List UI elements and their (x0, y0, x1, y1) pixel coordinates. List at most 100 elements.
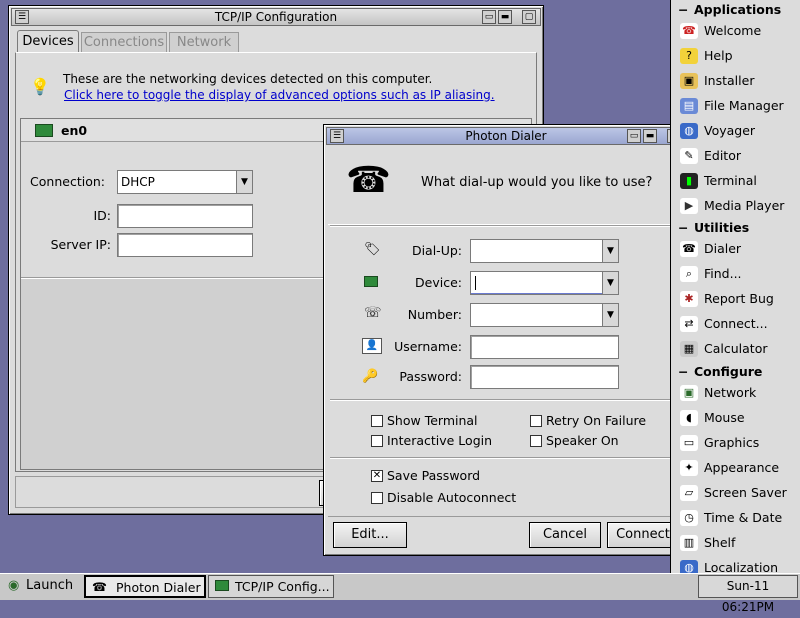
show-terminal-label: Show Terminal (387, 413, 478, 428)
password-label: Password: (399, 369, 462, 384)
chevron-down-icon[interactable]: ▼ (602, 304, 618, 326)
speaker-on-label: Speaker On (546, 433, 619, 448)
shelf-item-voyager[interactable]: ◍ Voyager (674, 119, 798, 143)
network-card-icon (35, 124, 53, 137)
find-icon: ⌕ (680, 266, 698, 282)
number-select[interactable]: ▼ (470, 303, 619, 327)
media-player-icon: ▶ (680, 198, 698, 214)
tab-connections[interactable]: Connections (81, 32, 167, 52)
shelf-item-appearance[interactable]: ✦ Appearance (674, 456, 798, 480)
shelf-item-find[interactable]: ⌕ Find... (674, 262, 798, 286)
chevron-down-icon[interactable]: ▼ (602, 272, 618, 294)
chevron-down-icon[interactable]: ▼ (602, 240, 618, 262)
device-label: Device: (415, 275, 462, 290)
task-photon-dialer[interactable]: ☎ Photon Dialer (84, 575, 206, 598)
user-card-icon: 👤 (362, 338, 382, 354)
network-icon: ▣ (680, 385, 698, 401)
editor-icon: ✎ (680, 148, 698, 164)
shelf-item-connect[interactable]: ⇄ Connect... (674, 312, 798, 336)
dialer-titlebar[interactable]: ☰ Photon Dialer ▭ ▬ ▢ (326, 127, 686, 145)
shelf-item-time-date[interactable]: ◷ Time & Date (674, 506, 798, 530)
launch-globe-icon: ◉ (8, 578, 20, 593)
help-icon: ? (680, 48, 698, 64)
shelf-item-calculator[interactable]: ▦ Calculator (674, 337, 798, 361)
interactive-login-checkbox[interactable] (371, 435, 383, 447)
tcpip-close-icon[interactable]: ▢ (522, 10, 536, 24)
info-text: These are the networking devices detecte… (63, 72, 433, 86)
mouse-icon: ◖ (680, 410, 698, 426)
shelf-item-terminal[interactable]: ▮ Terminal (674, 169, 798, 193)
server-ip-label: Server IP: (50, 237, 111, 252)
shelf-item-shelf[interactable]: ▥ Shelf (674, 531, 798, 555)
file-manager-icon: ▤ (680, 98, 698, 114)
dialer-header: ☎ What dial-up would you like to use? (328, 147, 684, 225)
shelf-header-configure[interactable]: − Configure (674, 362, 798, 382)
shelf-item-screen-saver[interactable]: ▱ Screen Saver (674, 481, 798, 505)
tcpip-menu-icon[interactable]: ☰ (15, 10, 29, 24)
username-field[interactable] (470, 335, 619, 359)
shelf-item-installer[interactable]: ▣ Installer (674, 69, 798, 93)
show-terminal-checkbox[interactable] (371, 415, 383, 427)
task-tcpip-config[interactable]: TCP/IP Config... (208, 575, 334, 598)
shelf-item-editor[interactable]: ✎ Editor (674, 144, 798, 168)
id-field[interactable] (117, 204, 253, 228)
tcpip-titlebar[interactable]: ☰ TCP/IP Configuration ▭ ▬ ▢ (11, 8, 541, 26)
disable-autoconnect-checkbox[interactable] (371, 492, 383, 504)
dialer-menu-icon[interactable]: ☰ (330, 129, 344, 143)
dialup-tag-icon: 🏷 (364, 242, 381, 257)
tcpip-title: TCP/IP Configuration (214, 10, 338, 24)
chevron-down-icon[interactable]: ▼ (236, 171, 252, 193)
device-select[interactable]: ▼ (470, 271, 619, 295)
installer-icon: ▣ (680, 73, 698, 89)
shelf-item-welcome[interactable]: ☎ Welcome (674, 19, 798, 43)
save-password-checkbox[interactable]: ✕ (371, 470, 383, 482)
welcome-icon: ☎ (680, 23, 698, 39)
shelf-item-report-bug[interactable]: ✱ Report Bug (674, 287, 798, 311)
connection-value: DHCP (121, 175, 155, 189)
collapse-icon[interactable]: − (678, 0, 692, 20)
edit-button[interactable]: Edit... (333, 522, 407, 548)
shelf-header-applications[interactable]: − Applications (674, 0, 798, 20)
advanced-options-link[interactable]: Click here to toggle the display of adva… (64, 88, 495, 102)
clock: Sun-11 06:21PM (698, 575, 798, 614)
connection-select[interactable]: DHCP ▼ (117, 170, 253, 194)
save-password-label: Save Password (387, 468, 481, 483)
dialup-label: Dial-Up: (411, 243, 462, 258)
collapse-icon[interactable]: − (678, 362, 692, 382)
shelf-item-file-manager[interactable]: ▤ File Manager (674, 94, 798, 118)
server-ip-field[interactable] (117, 233, 253, 257)
dialer-question: What dial-up would you like to use? (421, 175, 653, 190)
dialup-select[interactable]: ▼ (470, 239, 619, 263)
shelf-item-dialer[interactable]: ☎ Dialer (674, 237, 798, 261)
shelf-icon: ▥ (680, 535, 698, 551)
dialer-divider-1 (330, 225, 684, 227)
phone-number-icon: ☏ (364, 305, 382, 321)
time-date-icon: ◷ (680, 510, 698, 526)
telephone-icon: ☎ (346, 160, 391, 201)
tcpip-maximize-icon[interactable]: ▬ (498, 10, 512, 24)
tcpip-minimize-icon[interactable]: ▭ (482, 10, 496, 24)
lightbulb-icon: 💡 (30, 77, 50, 96)
cancel-button[interactable]: Cancel (529, 522, 601, 548)
id-label: ID: (93, 208, 111, 223)
shelf-item-mouse[interactable]: ◖ Mouse (674, 406, 798, 430)
shelf-item-graphics[interactable]: ▭ Graphics (674, 431, 798, 455)
tab-network[interactable]: Network (169, 32, 239, 52)
shelf-item-media-player[interactable]: ▶ Media Player (674, 194, 798, 218)
shelf-item-network[interactable]: ▣ Network (674, 381, 798, 405)
dialer-maximize-icon[interactable]: ▬ (643, 129, 657, 143)
dialer-divider-2 (330, 399, 684, 401)
retry-on-failure-checkbox[interactable] (530, 415, 542, 427)
collapse-icon[interactable]: − (678, 218, 692, 238)
voyager-icon: ◍ (680, 123, 698, 139)
tab-devices[interactable]: Devices (17, 30, 79, 52)
shelf-header-utilities[interactable]: − Utilities (674, 218, 798, 238)
launch-button[interactable]: ◉ Launch (2, 575, 78, 598)
speaker-on-checkbox[interactable] (530, 435, 542, 447)
connect-icon: ⇄ (680, 316, 698, 332)
shelf-item-help[interactable]: ? Help (674, 44, 798, 68)
connect-button[interactable]: Connect (607, 522, 679, 548)
interactive-login-label: Interactive Login (387, 433, 493, 448)
dialer-minimize-icon[interactable]: ▭ (627, 129, 641, 143)
password-field[interactable] (470, 365, 619, 389)
